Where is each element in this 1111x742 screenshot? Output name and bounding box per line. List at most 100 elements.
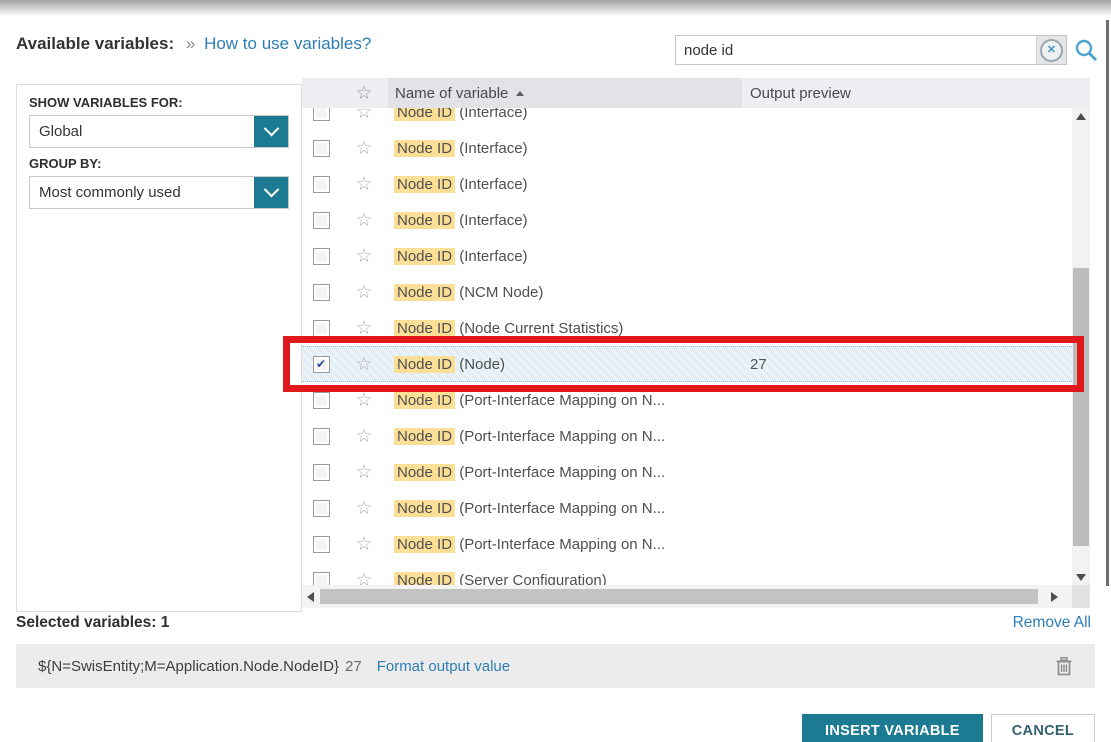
group-by-value: Most commonly used bbox=[30, 177, 254, 208]
favorite-star-icon[interactable]: ☆ bbox=[340, 281, 388, 304]
row-checkbox[interactable] bbox=[313, 248, 330, 265]
format-output-value-link[interactable]: Format output value bbox=[377, 658, 510, 675]
favorite-star-icon[interactable]: ☆ bbox=[340, 209, 388, 232]
top-shadow bbox=[0, 0, 1111, 16]
variable-name-highlight: Node ID bbox=[394, 500, 455, 517]
row-checkbox[interactable] bbox=[313, 356, 330, 373]
search-icon[interactable] bbox=[1073, 37, 1099, 63]
variable-name: Node ID (Interface) bbox=[388, 176, 742, 193]
row-checkbox[interactable] bbox=[313, 176, 330, 193]
favorite-star-icon[interactable]: ☆ bbox=[340, 569, 388, 586]
row-checkbox[interactable] bbox=[313, 320, 330, 337]
table-row[interactable]: ☆ Node ID (Port-Interface Mapping on N..… bbox=[302, 454, 1072, 490]
table-row[interactable]: ☆ Node ID (Interface) bbox=[302, 166, 1072, 202]
favorite-star-icon[interactable]: ☆ bbox=[340, 245, 388, 268]
row-checkbox[interactable] bbox=[313, 464, 330, 481]
selected-variable-bar: ${N=SwisEntity;M=Application.Node.NodeID… bbox=[16, 644, 1095, 688]
variable-name-rest: (Interface) bbox=[455, 108, 528, 121]
variable-name-rest: (Interface) bbox=[455, 212, 528, 229]
horizontal-scrollbar-thumb[interactable] bbox=[320, 589, 1038, 604]
table-row[interactable]: ☆ Node ID (Interface) bbox=[302, 108, 1072, 130]
dropdown-button[interactable] bbox=[254, 177, 288, 208]
variable-name-rest: (Server Configuration) bbox=[455, 572, 607, 586]
table-row[interactable]: ☆ Node ID (Port-Interface Mapping on N..… bbox=[302, 526, 1072, 562]
favorite-star-icon[interactable]: ☆ bbox=[340, 497, 388, 520]
favorite-star-icon[interactable]: ☆ bbox=[340, 425, 388, 448]
name-column-header[interactable]: Name of variable bbox=[388, 78, 742, 108]
variable-name: Node ID (Server Configuration) bbox=[388, 572, 742, 586]
triangle-left-icon bbox=[307, 592, 314, 602]
page-title: Available variables: bbox=[16, 34, 174, 53]
dialog-header: Available variables: » How to use variab… bbox=[16, 34, 371, 54]
variable-name: Node ID (Interface) bbox=[388, 248, 742, 265]
variable-name-rest: (Interface) bbox=[455, 140, 528, 157]
row-checkbox[interactable] bbox=[313, 284, 330, 301]
variable-name: Node ID (Node Current Statistics) bbox=[388, 320, 742, 337]
vertical-scrollbar-thumb[interactable] bbox=[1073, 268, 1089, 546]
favorite-star-icon[interactable]: ☆ bbox=[340, 173, 388, 196]
variable-name-highlight: Node ID bbox=[394, 572, 455, 586]
variable-expression: ${N=SwisEntity;M=Application.Node.NodeID… bbox=[38, 658, 339, 675]
scroll-up-button[interactable] bbox=[1072, 108, 1090, 124]
table-row[interactable]: ☆ Node ID (Interface) bbox=[302, 202, 1072, 238]
show-variables-for-select[interactable]: Global bbox=[29, 115, 289, 148]
variable-name: Node ID (Port-Interface Mapping on N... bbox=[388, 392, 742, 409]
row-checkbox[interactable] bbox=[313, 500, 330, 517]
dropdown-button[interactable] bbox=[254, 116, 288, 147]
table-row[interactable]: ☆ Node ID (Interface) bbox=[302, 130, 1072, 166]
chevron-down-icon bbox=[263, 182, 279, 198]
scroll-right-button[interactable] bbox=[1046, 585, 1062, 608]
variable-name-rest: (Interface) bbox=[455, 176, 528, 193]
preview-column-header: Output preview bbox=[742, 78, 1090, 108]
close-icon: ✕ bbox=[1040, 39, 1063, 62]
row-checkbox[interactable] bbox=[313, 212, 330, 229]
favorite-star-icon[interactable]: ☆ bbox=[340, 317, 388, 340]
horizontal-scrollbar bbox=[302, 585, 1072, 608]
favorite-star-icon[interactable]: ☆ bbox=[340, 353, 388, 376]
table-row[interactable]: ☆ Node ID (Interface) bbox=[302, 238, 1072, 274]
scrollbar-corner bbox=[1072, 585, 1090, 608]
group-by-select[interactable]: Most commonly used bbox=[29, 176, 289, 209]
row-checkbox[interactable] bbox=[313, 392, 330, 409]
scroll-left-button[interactable] bbox=[302, 585, 318, 608]
table-row[interactable]: ☆ Node ID (Node Current Statistics) bbox=[302, 310, 1072, 346]
favorite-star-icon[interactable]: ☆ bbox=[340, 533, 388, 556]
favorite-star-icon[interactable]: ☆ bbox=[340, 389, 388, 412]
search-input[interactable] bbox=[676, 36, 1036, 64]
group-by-label: GROUP BY: bbox=[29, 156, 289, 171]
variable-name-highlight: Node ID bbox=[394, 392, 455, 409]
variable-name-rest: (Port-Interface Mapping on N... bbox=[455, 392, 665, 409]
table-row[interactable]: ☆ Node ID (Node) 27 bbox=[302, 346, 1072, 382]
remove-all-link[interactable]: Remove All bbox=[1013, 614, 1091, 632]
table-row[interactable]: ☆ Node ID (Port-Interface Mapping on N..… bbox=[302, 418, 1072, 454]
scroll-down-button[interactable] bbox=[1072, 569, 1090, 585]
variable-name: Node ID (Node) bbox=[388, 356, 742, 373]
table-row[interactable]: ☆ Node ID (Port-Interface Mapping on N..… bbox=[302, 490, 1072, 526]
table-row[interactable]: ☆ Node ID (NCM Node) bbox=[302, 274, 1072, 310]
row-checkbox[interactable] bbox=[313, 572, 330, 586]
variable-name: Node ID (Interface) bbox=[388, 108, 742, 121]
row-checkbox[interactable] bbox=[313, 536, 330, 553]
variable-name-highlight: Node ID bbox=[394, 284, 455, 301]
variable-name-rest: (Port-Interface Mapping on N... bbox=[455, 464, 665, 481]
table-row[interactable]: ☆ Node ID (Server Configuration) bbox=[302, 562, 1072, 585]
variable-name-highlight: Node ID bbox=[394, 320, 455, 337]
how-to-use-variables-link[interactable]: How to use variables? bbox=[204, 34, 371, 53]
clear-search-button[interactable]: ✕ bbox=[1036, 36, 1066, 64]
variable-name-highlight: Node ID bbox=[394, 536, 455, 553]
trash-icon[interactable] bbox=[1055, 656, 1073, 676]
favorite-star-icon[interactable]: ☆ bbox=[340, 137, 388, 160]
favorite-star-icon[interactable]: ☆ bbox=[340, 108, 388, 124]
favorite-star-icon[interactable]: ☆ bbox=[340, 461, 388, 484]
row-checkbox[interactable] bbox=[313, 108, 330, 121]
row-checkbox[interactable] bbox=[313, 428, 330, 445]
preview-column-label: Output preview bbox=[750, 85, 851, 102]
insert-variable-button[interactable]: INSERT VARIABLE bbox=[802, 714, 983, 742]
variable-name: Node ID (Port-Interface Mapping on N... bbox=[388, 464, 742, 481]
cancel-button[interactable]: CANCEL bbox=[991, 714, 1095, 742]
variable-name-rest: (Interface) bbox=[455, 248, 528, 265]
table-row[interactable]: ☆ Node ID (Port-Interface Mapping on N..… bbox=[302, 382, 1072, 418]
variable-name-highlight: Node ID bbox=[394, 140, 455, 157]
row-checkbox[interactable] bbox=[313, 140, 330, 157]
variable-name-highlight: Node ID bbox=[394, 176, 455, 193]
